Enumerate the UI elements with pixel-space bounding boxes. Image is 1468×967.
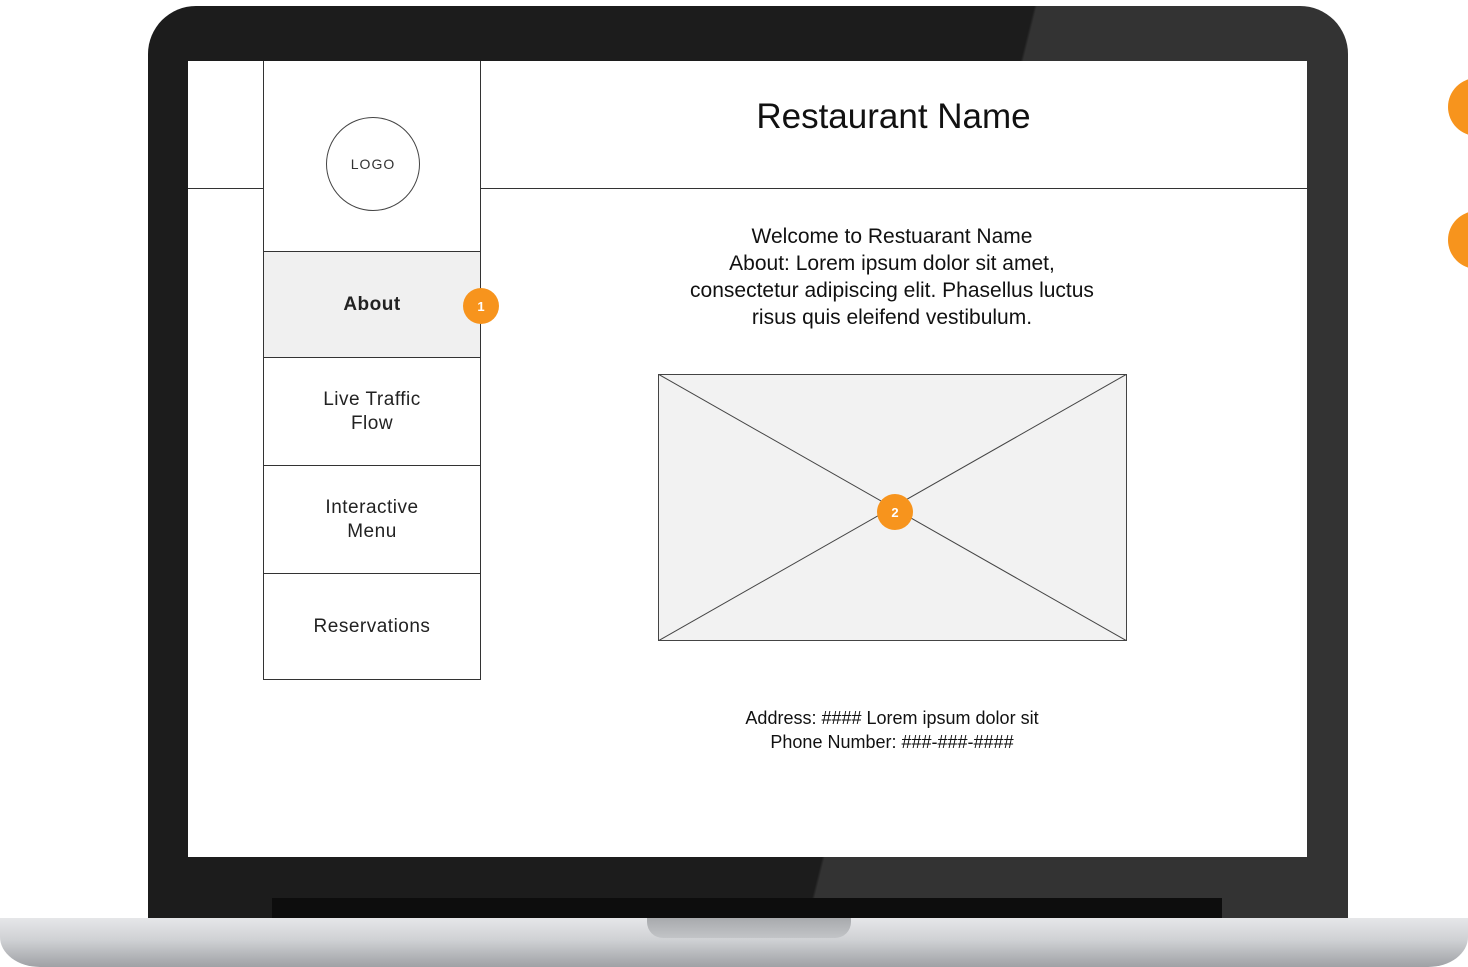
wireframe-screen: Restaurant Name LOGO About Live Traffic … xyxy=(188,61,1307,857)
intro-line: About: Lorem ipsum dolor sit amet, xyxy=(729,252,1055,275)
laptop-hinge xyxy=(272,898,1222,918)
header-divider xyxy=(480,188,1307,189)
sidebar-item-interactive-menu[interactable]: Interactive Menu xyxy=(264,466,480,574)
header-divider-left xyxy=(188,188,263,189)
sidebar-nav: LOGO About Live Traffic Flow Interactive… xyxy=(263,61,481,680)
intro-line: risus quis eleifend vestibulum. xyxy=(751,306,1033,329)
logo-area: LOGO xyxy=(264,61,480,252)
annotation-badge-2: 2 xyxy=(877,494,913,530)
laptop-notch xyxy=(647,918,851,938)
logo[interactable]: LOGO xyxy=(326,117,420,211)
laptop-mockup: Restaurant Name LOGO About Live Traffic … xyxy=(0,0,1468,967)
page-title: Restaurant Name xyxy=(756,97,1031,136)
annotation-marker-edge xyxy=(1448,78,1468,136)
sidebar-item-reservations[interactable]: Reservations xyxy=(264,574,480,679)
annotation-marker-edge xyxy=(1448,211,1468,269)
sidebar-item-live-traffic-flow[interactable]: Live Traffic Flow xyxy=(264,358,480,466)
sidebar-item-about[interactable]: About xyxy=(264,252,480,358)
intro-line: consectetur adipiscing elit. Phasellus l… xyxy=(690,279,1094,302)
address-text: Address: #### Lorem ipsum dolor sit xyxy=(745,708,1039,728)
welcome-text: Welcome to Restuarant Name About: Lorem … xyxy=(644,223,1140,331)
annotation-badge-1: 1 xyxy=(463,288,499,324)
intro-line: Welcome to Restuarant Name xyxy=(751,225,1033,248)
phone-text: Phone Number: ###-###-#### xyxy=(770,732,1014,752)
contact-info: Address: #### Lorem ipsum dolor sit Phon… xyxy=(644,706,1140,754)
